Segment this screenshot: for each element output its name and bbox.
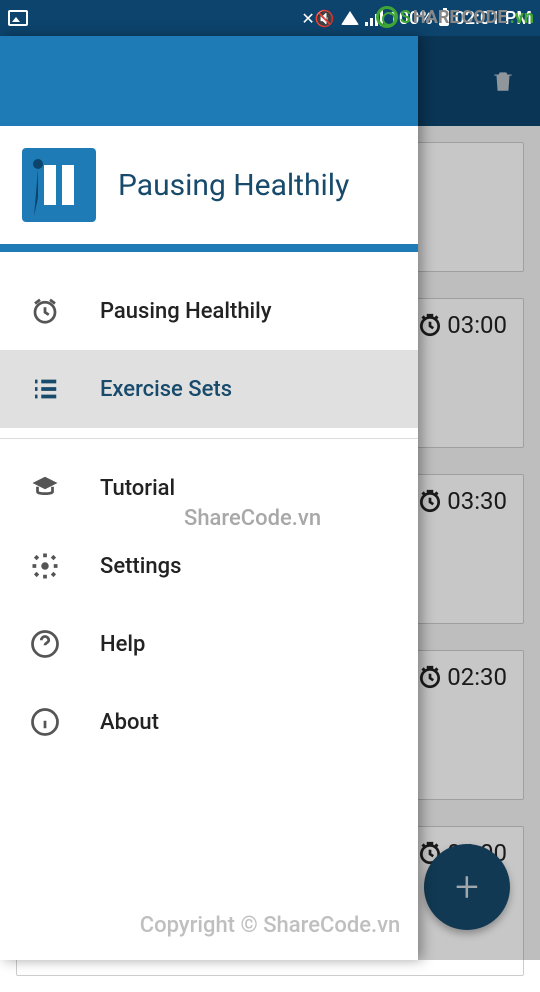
nav-item-help[interactable]: Help [0,605,418,683]
nav-item-settings[interactable]: Settings [0,527,418,605]
sharecode-logo-icon [376,6,398,28]
nav-label: About [100,710,159,735]
nav-label: Exercise Sets [100,377,232,402]
nav-label: Tutorial [100,476,175,501]
watermark-bottom: Copyright © ShareCode.vn [0,913,540,938]
nav-label: Pausing Healthily [100,299,272,324]
mute-icon: ✕🔇 [301,9,334,28]
nav-label: Settings [100,554,181,579]
gear-icon [28,549,62,583]
watermark-top: SHARECODE.vn [376,6,534,28]
help-icon [28,627,62,661]
app-icon [22,148,96,222]
tutorial-icon [28,471,62,505]
watermark-mid: ShareCode.vn [184,506,321,531]
nav-label: Help [100,632,145,657]
drawer-header: Pausing Healthily [0,126,418,252]
nav-item-pausing-healthily[interactable]: Pausing Healthily [0,272,418,350]
list-icon [28,372,62,406]
image-icon [8,10,28,26]
nav-item-about[interactable]: About [0,683,418,761]
navigation-drawer: Pausing Healthily Pausing Healthily Exer… [0,36,418,960]
drawer-top-bar [0,36,418,126]
alarm-icon [28,294,62,328]
wifi-icon [341,11,359,25]
drawer-title: Pausing Healthily [118,168,349,203]
menu-divider [0,438,418,439]
info-icon [28,705,62,739]
nav-item-exercise-sets[interactable]: Exercise Sets [0,350,418,428]
